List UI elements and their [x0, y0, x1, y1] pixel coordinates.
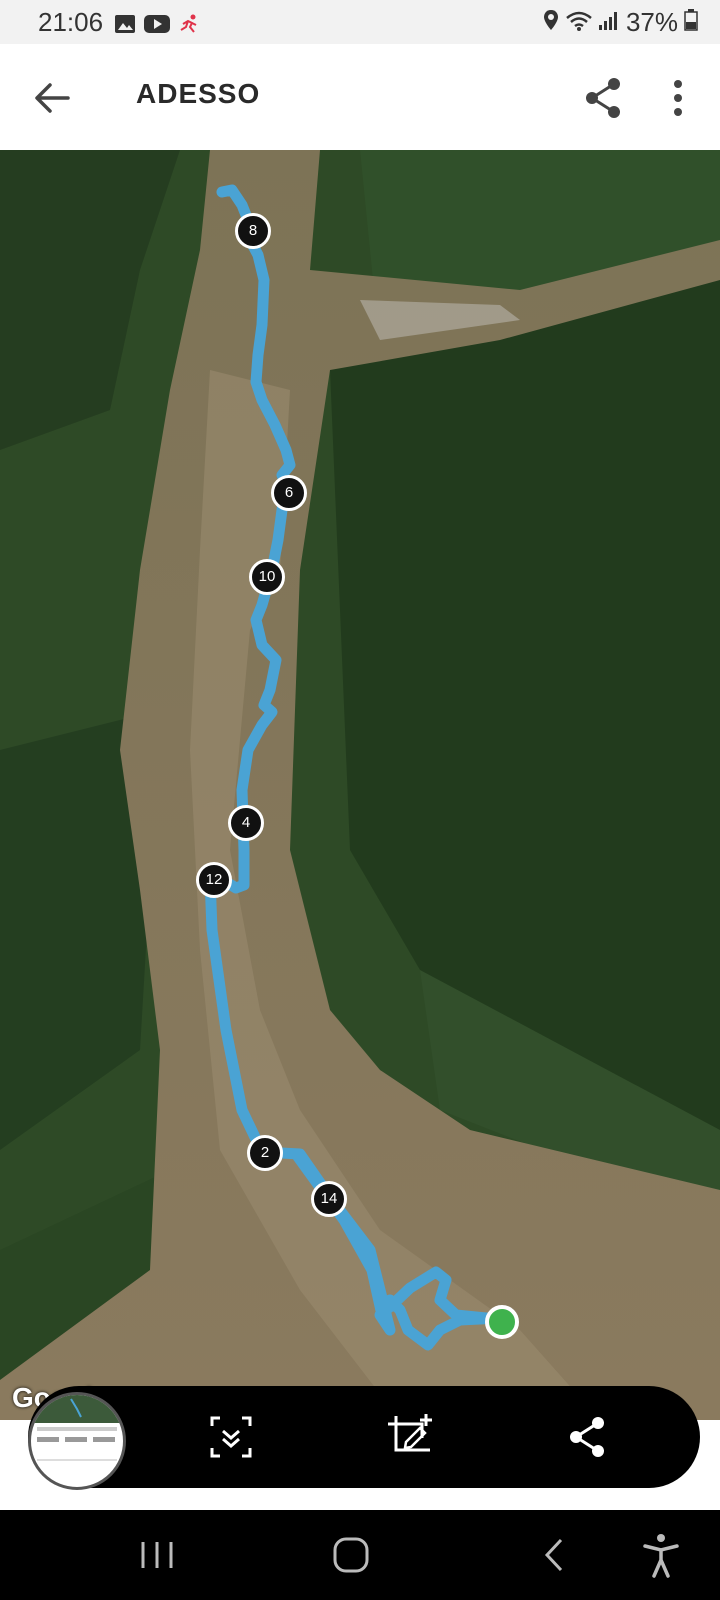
back-arrow-icon[interactable]	[28, 74, 76, 122]
battery-percent: 37%	[625, 7, 678, 37]
status-bar: 21:06 37%	[0, 0, 720, 44]
battery-icon	[684, 7, 698, 38]
km-marker[interactable]: 10	[249, 559, 285, 595]
km-marker[interactable]: 12	[196, 862, 232, 898]
location-icon	[542, 7, 560, 38]
route-path	[204, 184, 506, 1351]
crop-edit-icon[interactable]	[384, 1412, 434, 1462]
runner-icon	[178, 10, 200, 41]
recents-icon[interactable]	[132, 1530, 182, 1580]
back-icon[interactable]	[530, 1530, 580, 1580]
signal-icon	[598, 7, 620, 38]
km-marker[interactable]: 6	[271, 475, 307, 511]
start-point-marker[interactable]	[485, 1305, 519, 1339]
screenshot-thumbnail[interactable]	[28, 1392, 126, 1490]
page-title: ADESSO	[136, 78, 261, 109]
route-map[interactable]: 8 6 10 4 12 2 14 Google	[0, 150, 720, 1420]
wifi-icon	[566, 7, 592, 38]
accessibility-icon[interactable]	[636, 1530, 686, 1580]
km-marker[interactable]: 8	[235, 213, 271, 249]
share-icon[interactable]	[562, 1412, 612, 1462]
share-icon[interactable]	[580, 74, 628, 122]
scroll-capture-icon[interactable]	[206, 1412, 256, 1462]
app-bar: ADESSO	[0, 44, 720, 150]
system-nav-bar	[0, 1510, 720, 1600]
km-marker[interactable]: 14	[311, 1181, 347, 1217]
home-icon[interactable]	[326, 1530, 376, 1580]
status-time: 21:06	[38, 7, 104, 37]
km-marker[interactable]: 4	[228, 805, 264, 841]
youtube-icon	[144, 10, 170, 41]
system-status: 37%	[542, 7, 698, 38]
more-vertical-icon[interactable]	[658, 74, 698, 122]
image-icon	[114, 10, 136, 41]
notification-icons	[114, 10, 200, 41]
km-marker[interactable]: 2	[247, 1135, 283, 1171]
